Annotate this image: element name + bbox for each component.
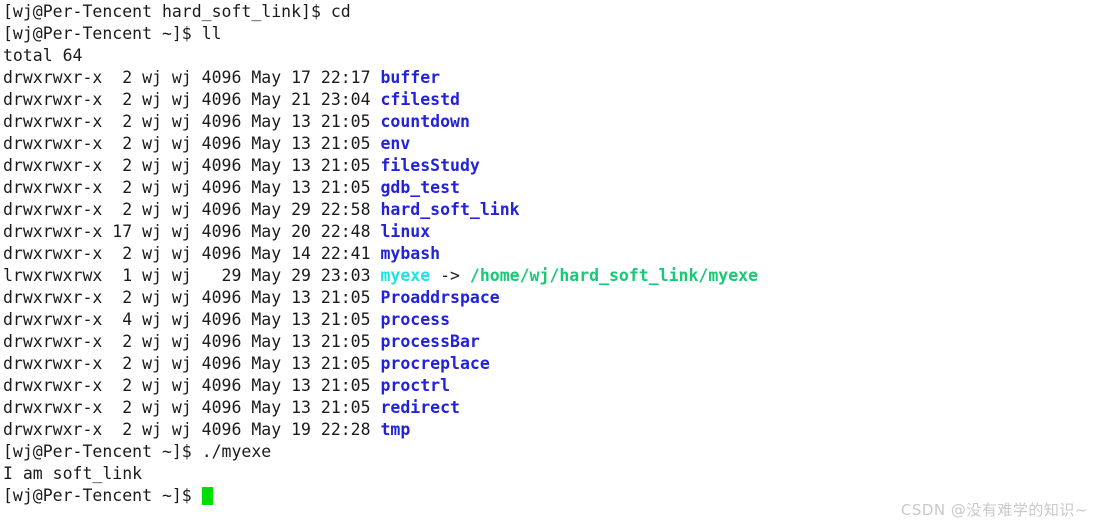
program-output: I am soft_link bbox=[3, 464, 143, 483]
listing-row-metadata: drwxrwxr-x 2 wj wj 4096 May 13 21:05 bbox=[3, 288, 381, 307]
listing-directory-name[interactable]: redirect bbox=[381, 398, 460, 417]
listing-row: drwxrwxr-x 2 wj wj 4096 May 13 21:05 pro… bbox=[3, 353, 1100, 375]
listing-row: drwxrwxr-x 2 wj wj 4096 May 14 22:41 myb… bbox=[3, 243, 1100, 265]
listing-row-metadata: drwxrwxr-x 17 wj wj 4096 May 20 22:48 bbox=[3, 222, 381, 241]
listing-directory-name[interactable]: env bbox=[381, 134, 411, 153]
shell-prompt: [wj@Per-Tencent ~]$ bbox=[3, 442, 202, 461]
listing-directory-name[interactable]: mybash bbox=[381, 244, 441, 263]
listing-row: drwxrwxr-x 2 wj wj 4096 May 21 23:04 cfi… bbox=[3, 89, 1100, 111]
listing-row-metadata: drwxrwxr-x 2 wj wj 4096 May 13 21:05 bbox=[3, 112, 381, 131]
listing-row: drwxrwxr-x 2 wj wj 4096 May 13 21:05 cou… bbox=[3, 111, 1100, 133]
listing-row-metadata: drwxrwxr-x 2 wj wj 4096 May 13 21:05 bbox=[3, 376, 381, 395]
shell-prompt: [wj@Per-Tencent ~]$ bbox=[3, 486, 202, 505]
listing-row: drwxrwxr-x 2 wj wj 4096 May 17 22:17 buf… bbox=[3, 67, 1100, 89]
listing-row-metadata: drwxrwxr-x 2 wj wj 4096 May 13 21:05 bbox=[3, 156, 381, 175]
terminal-window[interactable]: [wj@Per-Tencent hard_soft_link]$ cd [wj@… bbox=[0, 0, 1100, 525]
listing-directory-name[interactable]: Proaddrspace bbox=[381, 288, 500, 307]
listing-row: drwxrwxr-x 2 wj wj 4096 May 13 21:05 pro… bbox=[3, 375, 1100, 397]
listing-row-metadata: drwxrwxr-x 2 wj wj 4096 May 17 22:17 bbox=[3, 68, 381, 87]
listing-row: drwxrwxr-x 2 wj wj 4096 May 13 21:05 Pro… bbox=[3, 287, 1100, 309]
symlink-arrow-icon: -> bbox=[430, 266, 470, 285]
listing-directory-name[interactable]: filesStudy bbox=[381, 156, 480, 175]
listing-row: drwxrwxr-x 2 wj wj 4096 May 19 22:28 tmp bbox=[3, 419, 1100, 441]
listing-row-metadata: drwxrwxr-x 2 wj wj 4096 May 13 21:05 bbox=[3, 354, 381, 373]
listing-row: drwxrwxr-x 4 wj wj 4096 May 13 21:05 pro… bbox=[3, 309, 1100, 331]
listing-row: drwxrwxr-x 2 wj wj 4096 May 29 22:58 har… bbox=[3, 199, 1100, 221]
listing-row-metadata: drwxrwxr-x 2 wj wj 4096 May 21 23:04 bbox=[3, 90, 381, 109]
symlink-target-path[interactable]: /home/wj/hard_soft_link/myexe bbox=[470, 266, 758, 285]
listing-row-metadata: drwxrwxr-x 2 wj wj 4096 May 13 21:05 bbox=[3, 332, 381, 351]
listing-row: drwxrwxr-x 17 wj wj 4096 May 20 22:48 li… bbox=[3, 221, 1100, 243]
listing-directory-name[interactable]: buffer bbox=[381, 68, 441, 87]
listing-row: drwxrwxr-x 2 wj wj 4096 May 13 21:05 pro… bbox=[3, 331, 1100, 353]
listing-row-metadata: drwxrwxr-x 2 wj wj 4096 May 14 22:41 bbox=[3, 244, 381, 263]
terminal-line-command: [wj@Per-Tencent ~]$ ll bbox=[3, 23, 1100, 45]
text-cursor bbox=[201, 487, 213, 505]
listing-row-metadata: drwxrwxr-x 4 wj wj 4096 May 13 21:05 bbox=[3, 310, 381, 329]
listing-row-metadata: drwxrwxr-x 2 wj wj 4096 May 13 21:05 bbox=[3, 134, 381, 153]
listing-row: drwxrwxr-x 2 wj wj 4096 May 13 21:05 env bbox=[3, 133, 1100, 155]
listing-row-metadata: lrwxrwxrwx 1 wj wj 29 May 29 23:03 bbox=[3, 266, 381, 285]
listing-row-metadata: drwxrwxr-x 2 wj wj 4096 May 29 22:58 bbox=[3, 200, 381, 219]
listing-directory-name[interactable]: proctrl bbox=[381, 376, 451, 395]
directory-listing: drwxrwxr-x 2 wj wj 4096 May 17 22:17 buf… bbox=[3, 67, 1100, 441]
listing-directory-name[interactable]: tmp bbox=[381, 420, 411, 439]
listing-directory-name[interactable]: process bbox=[381, 310, 451, 329]
shell-prompt: [wj@Per-Tencent ~]$ bbox=[3, 24, 202, 43]
listing-directory-name[interactable]: linux bbox=[381, 222, 431, 241]
listing-row-metadata: drwxrwxr-x 2 wj wj 4096 May 13 21:05 bbox=[3, 398, 381, 417]
command-cd: cd bbox=[330, 2, 351, 21]
terminal-line-command: [wj@Per-Tencent hard_soft_link]$ cd bbox=[3, 1, 1100, 23]
listing-directory-name[interactable]: hard_soft_link bbox=[381, 200, 520, 219]
listing-directory-name[interactable]: countdown bbox=[381, 112, 470, 131]
listing-total: total 64 bbox=[3, 46, 83, 65]
command-ll: ll bbox=[201, 24, 222, 43]
terminal-line-command: [wj@Per-Tencent ~]$ ./myexe bbox=[3, 441, 1100, 463]
watermark-text: CSDN @没有难学的知识~ bbox=[900, 501, 1088, 519]
command-run-myexe: ./myexe bbox=[201, 442, 272, 461]
listing-row-metadata: drwxrwxr-x 2 wj wj 4096 May 13 21:05 bbox=[3, 178, 381, 197]
listing-directory-name[interactable]: processBar bbox=[381, 332, 480, 351]
listing-directory-name[interactable]: cfilestd bbox=[381, 90, 460, 109]
listing-row: drwxrwxr-x 2 wj wj 4096 May 13 21:05 gdb… bbox=[3, 177, 1100, 199]
listing-row: drwxrwxr-x 2 wj wj 4096 May 13 21:05 red… bbox=[3, 397, 1100, 419]
listing-symlink-name[interactable]: myexe bbox=[381, 266, 431, 285]
shell-prompt: [wj@Per-Tencent hard_soft_link]$ bbox=[3, 2, 331, 21]
listing-row: drwxrwxr-x 2 wj wj 4096 May 13 21:05 fil… bbox=[3, 155, 1100, 177]
listing-directory-name[interactable]: procreplace bbox=[381, 354, 490, 373]
listing-row-metadata: drwxrwxr-x 2 wj wj 4096 May 19 22:28 bbox=[3, 420, 381, 439]
listing-directory-name[interactable]: gdb_test bbox=[381, 178, 460, 197]
listing-row: lrwxrwxrwx 1 wj wj 29 May 29 23:03 myexe… bbox=[3, 265, 1100, 287]
